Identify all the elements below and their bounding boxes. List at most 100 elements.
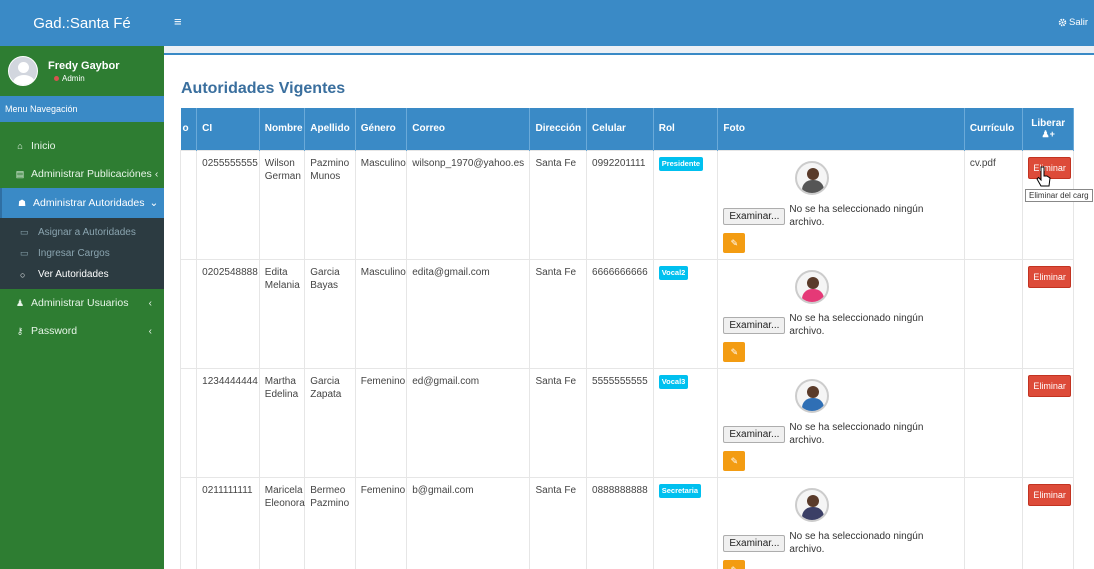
browse-file-button[interactable]: Examinar... [723,534,786,552]
chevron-left-icon: ‹ [148,297,152,309]
foto-cell: Examinar... No se ha seleccionado ningún… [717,476,965,569]
browse-file-button[interactable]: Examinar... [723,316,786,334]
user-role-label: Admin [62,73,85,83]
column-header: CI [196,108,260,150]
curriculo-cell[interactable] [963,258,1024,369]
ci-cell: 0255555555 [196,149,260,260]
column-header: Nombre [259,108,306,150]
row-index-cell [180,149,198,260]
photo-body [802,397,825,411]
sidebar-item-inicio[interactable]: ⌂ Inicio [0,132,164,160]
celular-cell: 0992201111 [586,149,654,260]
column-header: Celular [586,108,654,150]
status-dot-icon [54,75,59,81]
user-plus-icon: ♟+ [1041,128,1055,139]
liberar-cell: Eliminar [1022,476,1074,569]
direccion-cell: Santa Fe [529,367,588,478]
file-status-text: No se ha seleccionado ningún archivo. [789,530,924,556]
photo-head [807,276,820,289]
liberar-cell: Eliminar [1022,367,1074,478]
browse-file-button[interactable]: Examinar... [723,207,786,225]
rol-cell: Vocal3 [652,367,719,478]
foto-cell: Examinar... No se ha seleccionado ningún… [717,149,965,260]
app-logo[interactable]: Gad.:Santa Fé [0,0,164,46]
authorities-table-wrapper[interactable]: o CI Nombre Apellido Género Correo Direc… [180,108,1074,569]
role-badge: Secretaria [658,483,701,498]
ci-cell: 1234444444 [196,367,260,478]
delete-button[interactable]: Eliminar [1028,374,1071,397]
correo-cell: edita@gmail.com [406,258,531,369]
submenu-item-cargos[interactable]: ▭ Ingresar Cargos [0,243,164,264]
genero-cell: Masculino [354,149,408,260]
foto-cell: Examinar... No se ha seleccionado ningún… [717,258,965,369]
row-index-cell [180,367,198,478]
column-header: Apellido [304,108,356,150]
menu-toggle-icon[interactable]: ≡ [174,14,182,29]
photo-head [807,494,820,507]
browse-file-button[interactable]: Examinar... [723,425,786,443]
authorities-table: o CI Nombre Apellido Género Correo Direc… [180,108,1074,569]
genero-cell: Femenino [354,476,408,569]
rol-cell: Secretaria [652,476,719,569]
profile-photo [795,378,830,413]
avatar [8,56,38,86]
rol-cell: Presidente [652,149,719,260]
delete-button[interactable]: Eliminar [1028,265,1071,288]
table-row: 0211111111 Maricela Eleonora Bermeo Pazm… [180,476,1074,569]
table-header-row: o CI Nombre Apellido Género Correo Direc… [180,108,1074,150]
sidebar-item-password[interactable]: ⚷ Password ‹ [0,317,164,345]
sidebar: Gad.:Santa Fé Fredy Gaybor Admin Menu Na… [0,0,164,569]
delete-button[interactable]: Eliminar [1028,483,1071,506]
file-input[interactable]: Examinar... No se ha seleccionado ningún… [723,312,958,339]
submenu-item-label: Ver Autoridades [38,269,109,280]
celular-cell: 5555555555 [586,367,654,478]
edit-icon: ✎ [730,455,739,466]
submenu-item-asignar[interactable]: ▭ Asignar a Autoridades [0,222,164,243]
file-input[interactable]: Examinar... No se ha seleccionado ningún… [723,530,958,557]
menu-header: Menu Navegación [0,96,164,122]
file-status-text: No se ha seleccionado ningún archivo. [789,312,924,338]
edit-icon: ✎ [731,565,739,569]
edit-photo-button[interactable]: ✎ [723,232,746,253]
apellido-cell: Garcia Bayas [304,258,356,369]
ci-cell: 0202548888 [196,258,260,369]
curriculo-cell[interactable] [963,476,1024,569]
direccion-cell: Santa Fe [529,258,588,369]
column-header: Currículo [964,108,1024,150]
submenu-item-label: Asignar a Autoridades [38,227,136,238]
sidebar-item-usuarios[interactable]: ♟ Administrar Usuarios ‹ [0,289,164,317]
edit-photo-button[interactable]: ✎ [723,450,746,471]
column-header: Correo [406,108,531,150]
chevron-left-icon: ‹ [154,168,159,180]
rol-cell: Vocal2 [652,258,719,369]
file-input[interactable]: Examinar... No se ha seleccionado ningún… [723,421,958,448]
apellido-cell: Bermeo Pazmino [304,476,356,569]
nombre-cell: Edita Melania [258,258,306,369]
correo-cell: ed@gmail.com [406,367,531,478]
edit-photo-button[interactable]: ✎ [723,341,746,362]
sidebar-item-label: Password [31,325,78,337]
file-status-text: No se ha seleccionado ningún archivo. [789,421,924,447]
celular-cell: 0888888888 [586,476,654,569]
nombre-cell: Martha Edelina [258,367,306,478]
tooltip: Eliminar del carg [1025,189,1093,202]
users-icon: ☗ [17,197,27,208]
circle-icon: ○ [20,269,26,280]
column-header-liberar: Liberar ♟+ [1022,108,1074,150]
photo-body [802,506,825,520]
photo-head [807,167,820,180]
curriculo-cell[interactable] [963,367,1024,478]
user-name: Fredy Gaybor [48,59,120,72]
sidebar-item-autoridades[interactable]: ☗ Administrar Autoridades ⌄ [0,188,164,218]
edit-photo-button[interactable]: ✎ [723,559,746,569]
row-index-cell [180,476,198,569]
curriculo-cell[interactable]: cv.pdf [963,149,1024,260]
file-input[interactable]: Examinar... No se ha seleccionado ningún… [723,203,958,230]
sidebar-item-publicaciones[interactable]: ▤ Administrar Publicaciónes ‹ [0,160,164,188]
logout-button[interactable]: Salir [1058,17,1088,28]
submenu-item-ver[interactable]: ○ Ver Autoridades [0,264,164,285]
mouse-cursor-icon [1036,166,1051,187]
photo-head [807,385,820,398]
chevron-down-icon: ⌄ [149,197,159,209]
nombre-cell: Wilson German [258,149,306,260]
